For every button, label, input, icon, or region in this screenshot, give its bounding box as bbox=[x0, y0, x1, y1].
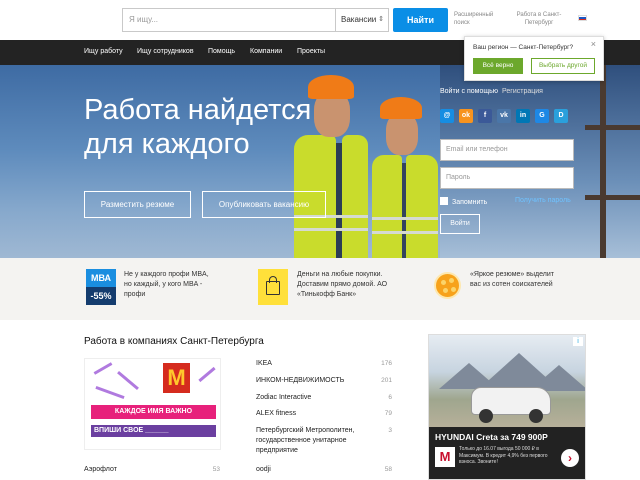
remember-me-checkbox[interactable]: Запомнить bbox=[440, 197, 487, 206]
checkbox-icon[interactable] bbox=[440, 197, 448, 205]
promo-line: но каждый, у кого MBA - bbox=[124, 281, 203, 288]
tab-social-login[interactable]: Войти с помощью bbox=[440, 88, 498, 95]
promo-line: Не у каждого профи MBA, bbox=[124, 271, 209, 278]
companies-section-title: Работа в компаниях Санкт-Петербурга bbox=[84, 336, 264, 347]
email-field[interactable]: Email или телефон bbox=[440, 139, 574, 161]
steel-beam bbox=[600, 65, 606, 258]
promo-line: Деньги на любые покупки. bbox=[297, 271, 383, 278]
odnoklassniki-icon[interactable]: ok bbox=[459, 109, 473, 123]
facebook-icon[interactable]: f bbox=[478, 109, 492, 123]
nav-item-projects[interactable]: Проекты bbox=[297, 48, 325, 55]
google-icon[interactable]: G bbox=[535, 109, 549, 123]
advanced-search-link[interactable]: Расширенный поиск bbox=[454, 11, 499, 27]
company-link[interactable]: oodji bbox=[256, 465, 271, 475]
region-choose-other-button[interactable]: Выбрать другой bbox=[531, 58, 595, 74]
company-link[interactable]: Петербургский Метрополитен, государствен… bbox=[256, 426, 376, 456]
mba-discount: -55% bbox=[86, 287, 116, 305]
company-link[interactable]: IKEA bbox=[256, 359, 272, 369]
region-popup-message: Ваш регион — Санкт-Петербург? bbox=[473, 44, 574, 51]
ad-disclaimer: Только до 16.07 выгода 50 000 ₽ в Максим… bbox=[459, 446, 548, 465]
login-tabs: Войти с помощью Регистрация bbox=[440, 88, 543, 95]
hero-title: Работа найдется для каждого bbox=[84, 93, 311, 161]
mail-icon[interactable]: @ bbox=[440, 109, 454, 123]
promo-line: профи bbox=[124, 291, 146, 298]
orange-icon[interactable] bbox=[430, 269, 464, 305]
login-panel: Войти с помощью Регистрация @ ok f vk in G D Em… bbox=[432, 85, 582, 241]
company-count: 3 bbox=[388, 427, 392, 434]
search-category-select[interactable]: Вакансии ⇕ bbox=[335, 8, 389, 32]
company-count: 58 bbox=[384, 466, 392, 473]
company-count: 79 bbox=[384, 410, 392, 417]
promo-line: «Яркое резюме» выделит bbox=[470, 271, 554, 278]
search-input[interactable]: Я ищу... bbox=[122, 8, 335, 32]
hero-title-line1: Работа найдется bbox=[84, 94, 312, 126]
company-count: 201 bbox=[381, 377, 392, 384]
post-vacancy-button[interactable]: Опубликовать вакансию bbox=[202, 191, 326, 218]
search-category-value: Вакансии bbox=[341, 15, 377, 24]
close-icon[interactable]: × bbox=[591, 39, 596, 49]
mcdonalds-banner[interactable]: M КАЖДОЕ ИМЯ ВАЖНО ВПИШИ СВОЕ ______ bbox=[84, 358, 221, 450]
adchoices-icon[interactable]: i bbox=[573, 337, 583, 346]
ad-title: HYUNDAI Creta за 749 900Р bbox=[435, 432, 548, 442]
company-count: 53 bbox=[212, 466, 220, 473]
promo-bright-resume-text[interactable]: «Яркое резюме» выделит вас из сотен соис… bbox=[470, 270, 554, 290]
ad-image bbox=[429, 335, 585, 427]
nav-item-find-job[interactable]: Ищу работу bbox=[84, 48, 123, 55]
chevron-updown-icon: ⇕ bbox=[378, 16, 384, 23]
banner-line2: ВПИШИ СВОЕ ______ bbox=[91, 425, 216, 437]
steel-beam bbox=[585, 195, 640, 200]
vk-icon[interactable]: vk bbox=[497, 109, 511, 123]
region-link[interactable]: Работа в Санкт-Петербург bbox=[511, 11, 567, 27]
top-search-bar: Я ищу... Вакансии ⇕ Найти Расширенный по… bbox=[0, 0, 640, 40]
russian-flag-icon[interactable] bbox=[578, 15, 587, 21]
hero-title-line2: для каждого bbox=[84, 128, 250, 160]
decor-zigzag bbox=[95, 385, 125, 400]
search-button[interactable]: Найти bbox=[393, 8, 448, 32]
decor-zigzag bbox=[117, 370, 139, 391]
steel-beam bbox=[585, 125, 640, 130]
remember-label: Запомнить bbox=[452, 199, 488, 206]
mba-promo-icon[interactable]: МВА -55% bbox=[86, 269, 116, 305]
promo-tinkoff-text[interactable]: Деньги на любые покупки. Доставим прямо … bbox=[297, 270, 387, 300]
company-link-aeroflot[interactable]: Аэрофлот bbox=[84, 465, 117, 475]
promo-line: вас из сотен соискателей bbox=[470, 281, 553, 288]
promo-line: Доставим прямо домой. АО bbox=[297, 281, 388, 288]
company-link[interactable]: Zodiac Interactive bbox=[256, 393, 311, 403]
nav-item-companies[interactable]: Компании bbox=[250, 48, 282, 55]
region-confirm-button[interactable]: Всё верно bbox=[473, 58, 523, 74]
decor-zigzag bbox=[93, 362, 113, 375]
password-field[interactable]: Пароль bbox=[440, 167, 574, 189]
nav-item-help[interactable]: Помощь bbox=[208, 48, 235, 55]
decor-zigzag bbox=[198, 366, 216, 383]
promo-line: «Тинькофф Банк» bbox=[297, 291, 357, 298]
get-password-link[interactable]: Получить пароль bbox=[515, 197, 571, 204]
mba-label: МВА bbox=[86, 269, 116, 287]
ad-logo: M bbox=[435, 447, 455, 467]
hyundai-ad[interactable]: i HYUNDAI Creta за 749 900Р M Только до … bbox=[428, 334, 586, 480]
mcdonalds-logo: M bbox=[163, 363, 190, 393]
shopping-bag-icon[interactable] bbox=[258, 269, 288, 305]
ad-info: HYUNDAI Creta за 749 900Р M Только до 16… bbox=[429, 427, 585, 479]
tab-register[interactable]: Регистрация bbox=[502, 88, 543, 95]
company-link[interactable]: ИНКОМ-НЕДВИЖИМОСТЬ bbox=[256, 376, 344, 386]
wheel-shape bbox=[529, 409, 543, 423]
region-popup: Ваш регион — Санкт-Петербург? × Всё верн… bbox=[464, 36, 604, 81]
promo-mba-text[interactable]: Не у каждого профи MBA, но каждый, у ког… bbox=[124, 270, 209, 300]
banner-line1: КАЖДОЕ ИМЯ ВАЖНО bbox=[91, 405, 216, 419]
nav-item-find-employees[interactable]: Ищу сотрудников bbox=[137, 48, 194, 55]
wheel-shape bbox=[479, 409, 493, 423]
company-link[interactable]: ALEX fitness bbox=[256, 409, 296, 419]
company-count: 176 bbox=[381, 360, 392, 367]
login-button[interactable]: Войти bbox=[440, 214, 480, 234]
company-count: 6 bbox=[388, 394, 392, 401]
linkedin-icon[interactable]: in bbox=[516, 109, 530, 123]
d-icon[interactable]: D bbox=[554, 109, 568, 123]
post-resume-button[interactable]: Разместить резюме bbox=[84, 191, 191, 218]
arrow-right-icon[interactable]: › bbox=[561, 449, 579, 467]
